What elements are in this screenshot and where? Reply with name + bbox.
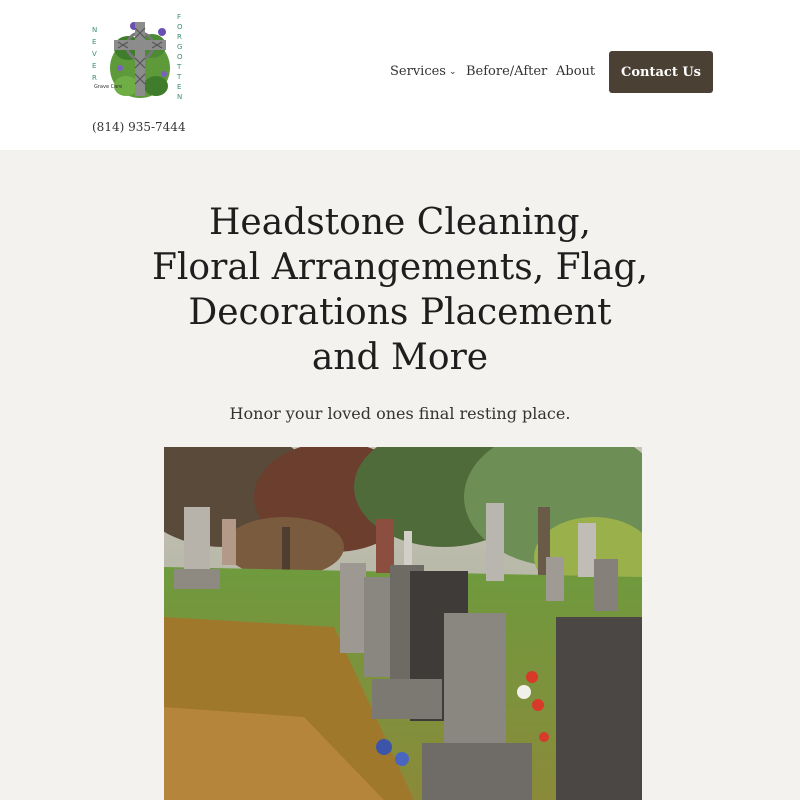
site-header: NEVER FORGOTTEN Grave Care (814) 935-744… xyxy=(0,0,800,150)
nav-services-label: Services xyxy=(390,64,446,79)
contact-us-button[interactable]: Contact Us xyxy=(609,51,713,93)
hero-section: Headstone Cleaning, Floral Arrangements,… xyxy=(0,150,800,800)
logo[interactable]: NEVER FORGOTTEN Grave Care xyxy=(90,8,186,104)
nav-services[interactable]: Services ⌄ xyxy=(390,64,457,79)
phone-number[interactable]: (814) 935-7444 xyxy=(92,120,186,134)
logo-vertical-never: NEVER xyxy=(92,26,98,82)
logo-vertical-forgotten: FORGOTTEN xyxy=(177,13,183,101)
nav-before-after[interactable]: Before/After xyxy=(466,64,547,79)
cemetery-photo xyxy=(164,447,642,800)
hero-subtitle: Honor your loved ones final resting plac… xyxy=(229,404,571,423)
hero-title: Headstone Cleaning, Floral Arrangements,… xyxy=(151,202,649,378)
chevron-down-icon: ⌄ xyxy=(448,67,457,77)
logo-caption: Grave Care xyxy=(94,84,123,90)
nav-about[interactable]: About xyxy=(556,64,595,79)
